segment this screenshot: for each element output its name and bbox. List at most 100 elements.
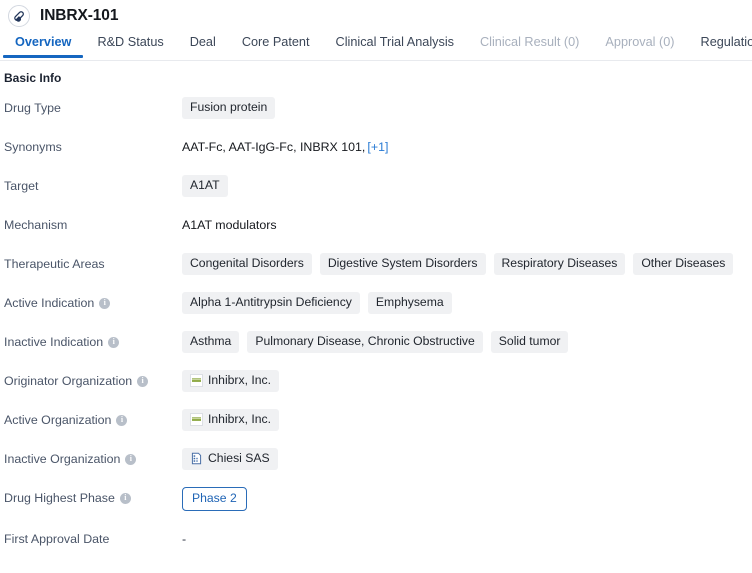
inhibrx-logo-icon	[190, 413, 203, 426]
value-chip[interactable]: Asthma	[182, 331, 240, 353]
basic-info-field-list: Drug Type Fusion protein Synonyms AAT-Fc, A…	[0, 97, 752, 550]
chip-label: Pulmonary Disease, Chronic Obstructive	[255, 334, 475, 348]
chip-label: A1AT	[190, 178, 220, 192]
inhibrx-logo-icon	[190, 374, 203, 387]
tab-clinical-trial-analysis[interactable]: Clinical Trial Analysis	[323, 31, 467, 58]
tab-core-patent[interactable]: Core Patent	[229, 31, 323, 58]
field-label-inactive-indication: Inactive Indication i	[0, 331, 182, 353]
field-label-therapeutic-areas: Therapeutic Areas	[0, 253, 182, 275]
value-chip[interactable]: Fusion protein	[182, 97, 276, 119]
tab-r-d-status[interactable]: R&D Status	[84, 31, 176, 58]
field-label-target: Target	[0, 175, 182, 197]
value-chip[interactable]: Pulmonary Disease, Chronic Obstructive	[247, 331, 483, 353]
field-value-drug-highest-phase: Phase 2	[182, 487, 752, 511]
field-label-first-approval-date: First Approval Date	[0, 528, 182, 550]
page-title: INBRX-101	[40, 6, 119, 24]
chip-label: Chiesi SAS	[208, 451, 270, 465]
field-value-active-organization: Inhibrx, Inc.	[182, 409, 752, 431]
field-value-originator-organization: Inhibrx, Inc.	[182, 370, 752, 392]
synonyms-text: AAT-Fc, AAT-IgG-Fc, INBRX 101,	[182, 140, 366, 154]
field-label-text: Inactive Organization	[4, 452, 121, 466]
field-value-mechanism: A1AT modulators	[182, 214, 752, 236]
field-value-inactive-indication: Asthma Pulmonary Disease, Chronic Obstruc…	[182, 331, 752, 353]
chip-label: Digestive System Disorders	[327, 256, 478, 270]
field-row-first-approval-date: First Approval Date -	[0, 528, 752, 550]
field-row-active-indication: Active Indication i Alpha 1-Antitrypsin De…	[0, 292, 752, 314]
value-chip[interactable]: A1AT	[182, 175, 228, 197]
field-row-inactive-indication: Inactive Indication i Asthma Pulmonary Dise…	[0, 331, 752, 353]
value-chip[interactable]: Congenital Disorders	[182, 253, 312, 275]
field-label-text: Drug Highest Phase	[4, 491, 115, 505]
capsule-pill-icon	[8, 4, 30, 27]
field-row-therapeutic-areas: Therapeutic Areas Congenital Disorders Dig…	[0, 253, 752, 275]
field-plain-value: A1AT modulators	[182, 218, 277, 232]
chip-label: Phase 2	[192, 491, 237, 505]
drug-header: INBRX-101	[0, 0, 752, 31]
value-chip[interactable]: Other Diseases	[633, 253, 734, 275]
field-row-active-organization: Active Organization i Inhibrx, Inc.	[0, 409, 752, 431]
value-chip[interactable]: Chiesi SAS	[182, 448, 278, 470]
field-label-active-organization: Active Organization i	[0, 409, 182, 431]
tab-overview[interactable]: Overview	[2, 31, 84, 58]
value-chip[interactable]: Inhibrx, Inc.	[182, 409, 279, 431]
field-label-drug-highest-phase: Drug Highest Phase i	[0, 487, 182, 509]
field-label-text: Inactive Indication	[4, 335, 104, 349]
value-chip[interactable]: Respiratory Diseases	[493, 253, 626, 275]
field-row-originator-organization: Originator Organization i Inhibrx, Inc.	[0, 370, 752, 392]
field-row-drug-type: Drug Type Fusion protein	[0, 97, 752, 119]
value-chip[interactable]: Solid tumor	[490, 331, 569, 353]
field-value-therapeutic-areas: Congenital Disorders Digestive System Dis…	[182, 253, 752, 275]
field-value-target: A1AT	[182, 175, 752, 197]
field-label-drug-type: Drug Type	[0, 97, 182, 119]
value-chip[interactable]: Alpha 1-Antitrypsin Deficiency	[182, 292, 360, 314]
info-icon[interactable]: i	[119, 492, 131, 504]
building-document-icon	[190, 452, 203, 465]
field-label-text: Synonyms	[4, 140, 62, 154]
field-label-mechanism: Mechanism	[0, 214, 182, 236]
chip-label: Solid tumor	[498, 334, 561, 348]
info-icon[interactable]: i	[116, 414, 128, 426]
chip-label: Inhibrx, Inc.	[208, 373, 271, 387]
field-label-text: Active Organization	[4, 413, 112, 427]
chip-label: Other Diseases	[641, 256, 726, 270]
chip-label: Fusion protein	[190, 100, 268, 114]
field-label-synonyms: Synonyms	[0, 136, 182, 158]
field-label-text: Active Indication	[4, 296, 95, 310]
phase-chip[interactable]: Phase 2	[182, 487, 247, 511]
chip-label: Inhibrx, Inc.	[208, 412, 271, 426]
field-label-text: Originator Organization	[4, 374, 133, 388]
empty-value-dash: -	[182, 532, 187, 546]
field-row-mechanism: Mechanism A1AT modulators	[0, 214, 752, 236]
field-value-inactive-organization: Chiesi SAS	[182, 448, 752, 470]
overview-panel: Basic Info Drug Type Fusion protein Synony…	[0, 61, 752, 550]
field-value-drug-type: Fusion protein	[182, 97, 752, 119]
field-label-inactive-organization: Inactive Organization i	[0, 448, 182, 470]
info-icon[interactable]: i	[108, 336, 120, 348]
value-chip[interactable]: Inhibrx, Inc.	[182, 370, 279, 392]
field-label-text: Target	[4, 179, 39, 193]
field-row-drug-highest-phase: Drug Highest Phase i Phase 2	[0, 487, 752, 511]
tab-approval-0[interactable]: Approval (0)	[592, 31, 687, 58]
value-chip[interactable]: Emphysema	[367, 292, 452, 314]
tab-regulation[interactable]: Regulation	[688, 31, 752, 58]
field-value-first-approval-date: -	[182, 528, 752, 550]
info-icon[interactable]: i	[137, 375, 149, 387]
info-icon[interactable]: i	[125, 453, 137, 465]
value-chip[interactable]: Digestive System Disorders	[319, 253, 486, 275]
field-row-target: Target A1AT	[0, 175, 752, 197]
tab-bar: Overview R&D Status Deal Core Patent Clinica…	[0, 31, 752, 61]
chip-label: Alpha 1-Antitrypsin Deficiency	[190, 295, 352, 309]
field-label-active-indication: Active Indication i	[0, 292, 182, 314]
field-label-text: Therapeutic Areas	[4, 257, 105, 271]
synonyms-more-link[interactable]: [+1]	[367, 140, 388, 154]
field-value-synonyms: AAT-Fc, AAT-IgG-Fc, INBRX 101, [+1]	[182, 136, 752, 158]
field-value-active-indication: Alpha 1-Antitrypsin Deficiency Emphysema	[182, 292, 752, 314]
synonyms-value: AAT-Fc, AAT-IgG-Fc, INBRX 101, [+1]	[182, 136, 388, 158]
field-label-originator-organization: Originator Organization i	[0, 370, 182, 392]
section-title: Basic Info	[4, 71, 62, 85]
tab-deal[interactable]: Deal	[177, 31, 229, 58]
info-icon[interactable]: i	[99, 297, 111, 309]
tab-clinical-result-0[interactable]: Clinical Result (0)	[467, 31, 592, 58]
field-label-text: Drug Type	[4, 101, 61, 115]
chip-label: Congenital Disorders	[190, 256, 304, 270]
